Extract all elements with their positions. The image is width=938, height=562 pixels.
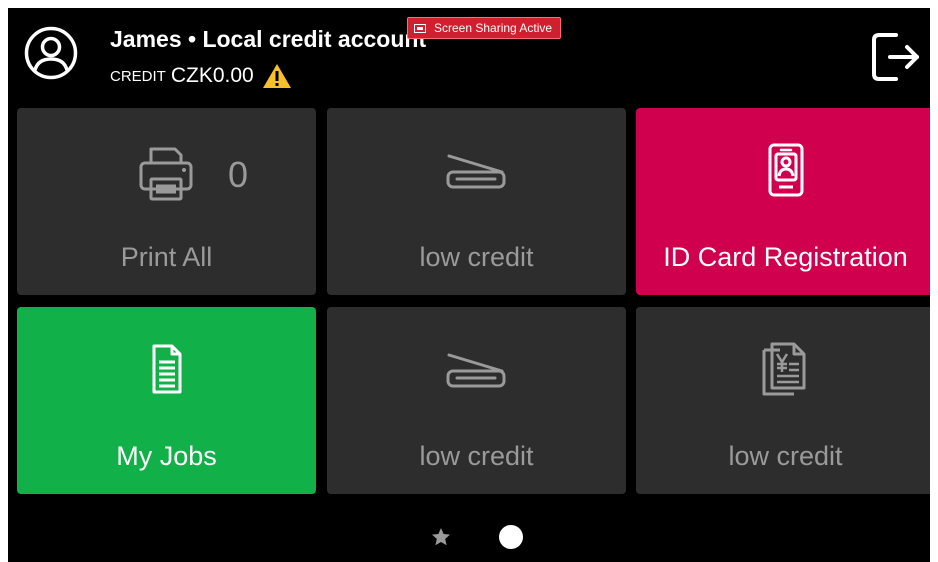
my-jobs-label: My Jobs [116,441,217,471]
warning-icon [262,64,291,88]
printer-icon [139,147,193,201]
terminal-screen: James • Local credit account CREDIT CZK0… [8,8,930,562]
user-account-name: James • Local credit account [110,26,427,52]
scanner-icon [446,353,506,388]
copy-tile-label: low credit [728,441,843,471]
id-card-registration-tile[interactable]: ID Card Registration [636,108,930,295]
logout-icon[interactable] [870,30,922,84]
credit-info: CREDIT CZK0.00 [110,63,292,89]
scan-tile-2-label: low credit [419,441,534,471]
scan-tile[interactable]: low credit [327,108,626,295]
scan-tile-label: low credit [419,242,534,272]
print-all-label: Print All [120,242,213,272]
screen-sharing-label: Screen Sharing Active [434,21,553,35]
print-all-tile[interactable]: 0 Print All [17,108,316,295]
page-indicator-active[interactable] [499,525,523,549]
screen-sharing-badge: Screen Sharing Active [407,17,562,39]
id-card-registration-label: ID Card Registration [663,242,908,272]
scanner-icon [446,154,506,189]
screen-share-icon [414,23,426,33]
header-bar: James • Local credit account CREDIT CZK0… [8,8,930,108]
priced-documents-icon [762,342,806,396]
document-icon [152,344,182,394]
credit-label: CREDIT [110,67,166,85]
print-job-count: 0 [228,154,249,195]
copy-tile[interactable]: low credit [636,307,930,494]
user-avatar-icon[interactable] [24,26,78,80]
my-jobs-tile[interactable]: My Jobs [17,307,316,494]
favorites-star-icon[interactable] [431,527,451,547]
scan-tile-2[interactable]: low credit [327,307,626,494]
credit-value: CZK0.00 [170,64,254,87]
id-card-icon [768,143,804,197]
